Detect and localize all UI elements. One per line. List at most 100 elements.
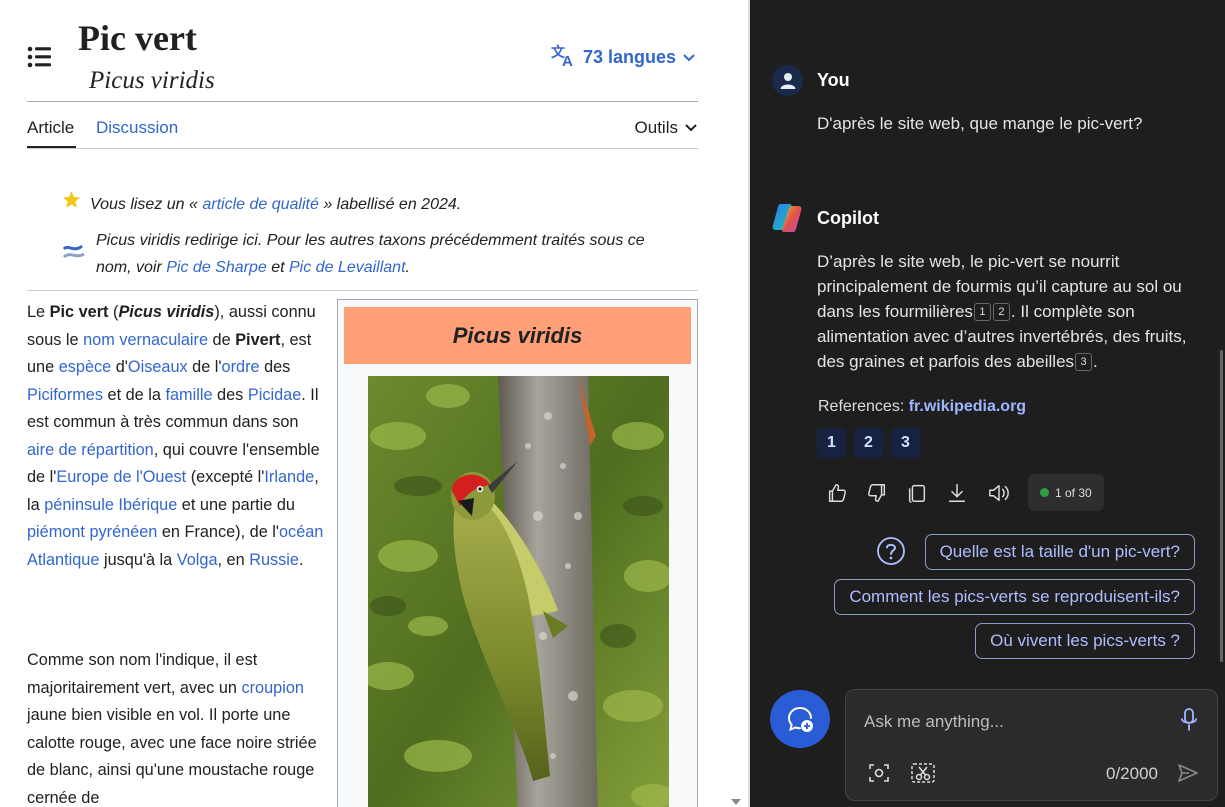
new-chat-button[interactable] [770,690,830,748]
text-run: . [1093,352,1098,371]
response-counter: 1 of 30 [1028,474,1104,511]
references: References: fr.wikipedia.org [818,398,1026,416]
wikipedia-pane: Pic vert Picus viridis 文 A 73 langues Ar… [0,0,748,807]
menu-icon[interactable] [27,46,53,68]
new-chat-icon [787,707,813,732]
quality-article-link[interactable]: article de qualité [202,196,319,213]
svg-text:A: A [562,53,573,67]
tab-article[interactable]: Article [27,118,74,138]
translate-icon: 文 A [551,43,577,72]
references-label: References: [818,398,905,415]
title-divider [27,101,698,102]
infobox: Picus viridis [337,299,698,807]
article-link[interactable]: nom vernaculaire [83,331,208,349]
thumbs-up-icon[interactable] [826,479,866,507]
response-actions: 1 of 30 [826,474,1104,511]
send-icon[interactable] [1177,762,1199,784]
text-run: (excepté l' [186,468,265,486]
microphone-icon[interactable] [1179,707,1199,733]
citation-marker[interactable]: 3 [1075,353,1093,371]
reference-button-1[interactable]: 1 [817,428,846,458]
quality-notice-text: Vous lisez un « article de qualité » lab… [90,195,462,213]
text-run: en France), de l' [157,523,279,541]
notice-divider [27,290,698,291]
article-link[interactable]: péninsule Ibérique [44,496,177,514]
tools-menu[interactable]: Outils [635,118,698,138]
reference-button-3[interactable]: 3 [891,428,920,458]
article-link[interactable]: piémont pyrénéen [27,523,157,541]
user-message: D'après le site web, que mange le pic-ve… [817,114,1143,133]
page-subtitle: Picus viridis [89,67,215,94]
article-link[interactable]: Europe de l'Ouest [56,468,186,486]
description-paragraph: Comme son nom l'indique, il est majorita… [27,647,327,807]
text-run: Comme son nom l'indique, il est majorita… [27,651,258,697]
text-run: ( [108,303,119,321]
text-run: des [259,358,291,376]
pic-de-sharpe-link[interactable]: Pic de Sharpe [166,259,267,276]
quality-notice: Vous lisez un « article de qualité » lab… [62,190,461,218]
chevron-down-icon [684,118,698,138]
text-run: de [208,330,236,349]
camera-icon[interactable] [868,762,890,784]
screenshot-icon[interactable] [910,762,936,784]
text-run: , en [217,550,250,569]
user-name: You [817,70,850,90]
status-dot-icon [1040,488,1049,497]
article-link[interactable]: Russie [249,551,299,569]
copy-icon[interactable] [906,479,946,507]
article-link[interactable]: Piciformes [27,386,103,404]
text-run: de l' [187,358,222,376]
thumbs-down-icon[interactable] [866,479,906,507]
suggestion-chip[interactable]: Quelle est la taille d'un pic-vert? [924,534,1195,570]
download-icon[interactable] [946,479,986,507]
scrollbar[interactable] [1220,350,1223,662]
article-link[interactable]: ordre [222,358,260,376]
article-link[interactable]: espèce [59,358,112,376]
article-link[interactable]: Oiseaux [128,358,188,376]
tabs-divider [27,148,698,149]
citation-marker[interactable]: 2 [992,303,1010,321]
reference-button-2[interactable]: 2 [854,428,883,458]
reference-domain-link[interactable]: fr.wikipedia.org [909,398,1026,415]
text-run: des [212,385,248,404]
citation-marker[interactable]: 1 [973,303,991,321]
tools-label: Outils [634,118,678,137]
question-icon [876,536,906,566]
assistant-answer: D’après le site web, le pic-vert se nour… [817,249,1207,374]
bold-term: Pivert [235,330,281,349]
infobox-title: Picus viridis [344,307,691,364]
chat-input[interactable] [864,708,1164,736]
page-title: Pic vert [78,18,197,58]
article-link[interactable]: famille [165,386,212,404]
redirect-notice-text: Picus viridis redirige ici. Pour les aut… [96,232,645,276]
tab-discussion[interactable]: Discussion [96,118,178,138]
scientific-name: Picus viridis [118,303,215,321]
text-run: d' [111,358,128,376]
chevron-down-icon [682,47,696,68]
redirect-icon [62,227,86,281]
text-run: Le [27,303,50,321]
languages-label: 73 langues [583,46,677,67]
suggestion-chip[interactable]: Comment les pics-verts se reproduisent-i… [834,579,1195,615]
speaker-icon[interactable] [986,479,1026,507]
pic-de-levaillant-link[interactable]: Pic de Levaillant [289,259,406,276]
languages-button[interactable]: 文 A 73 langues [551,44,696,70]
star-icon [62,190,81,218]
article-link[interactable]: Picidae [248,386,301,404]
woodpecker-photo[interactable] [368,376,669,807]
article-link[interactable]: Irlande [264,468,314,486]
text-run: et une partie du [177,495,295,514]
text-run: . [298,550,304,569]
intro-paragraph: Le Pic vert (Picus viridis), aussi connu… [27,299,327,574]
scroll-down-arrow-icon[interactable] [731,799,741,805]
text-run: jusqu'à la [99,550,177,569]
copilot-logo-icon [771,203,803,233]
article-link[interactable]: croupion [241,679,303,697]
redirect-notice: Picus viridis redirige ici. Pour les aut… [62,227,682,281]
text-run: jaune bien visible en vol. Il porte une … [27,706,317,807]
suggestion-chip[interactable]: Où vivent les pics-verts ? [975,623,1195,659]
article-link[interactable]: aire de répartition [27,441,154,459]
response-count: 1 of 30 [1055,485,1092,500]
character-count: 0/2000 [1106,764,1158,783]
article-link[interactable]: Volga [177,551,218,569]
